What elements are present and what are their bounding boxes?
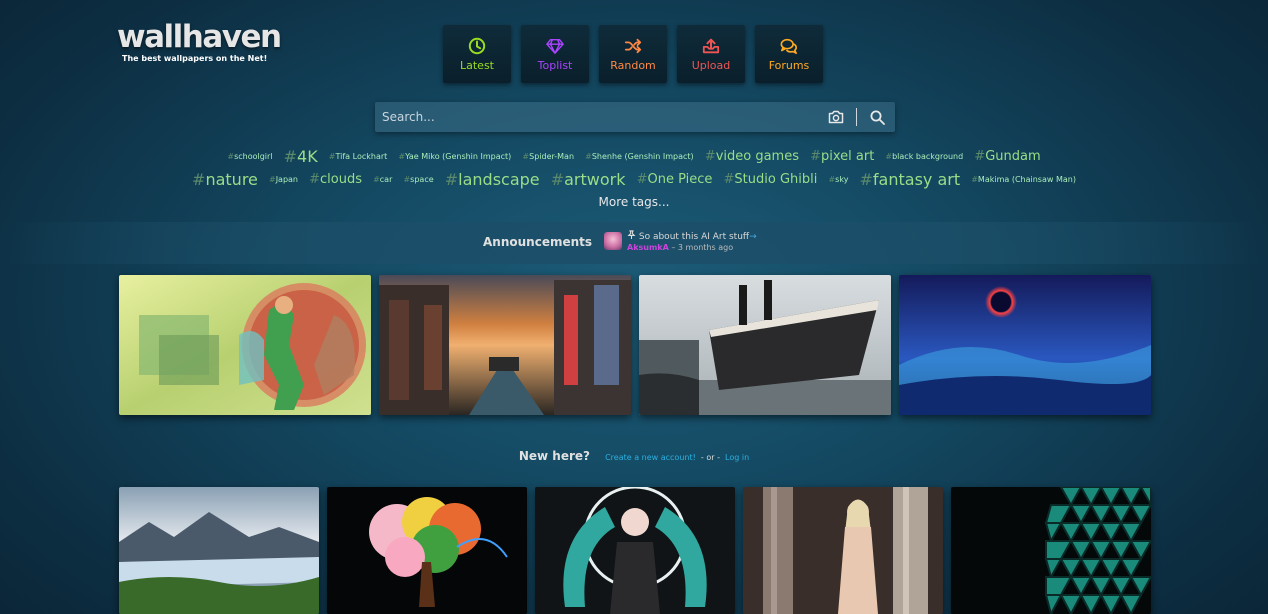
- wallpaper-image: [743, 487, 943, 614]
- tag-link[interactable]: #One Piece: [637, 172, 713, 187]
- nav-latest-button[interactable]: Latest: [443, 25, 511, 83]
- tag-link[interactable]: #nature: [192, 170, 258, 189]
- announcements-bar: Announcements So about this AI Art stuff…: [0, 222, 1268, 264]
- wallpaper-thumb[interactable]: [951, 487, 1151, 614]
- nav-upload-button[interactable]: Upload: [677, 25, 745, 83]
- search-input[interactable]: [375, 102, 822, 132]
- magnifier-icon[interactable]: [863, 110, 891, 125]
- nav-latest-label: Latest: [460, 58, 494, 72]
- tag-link[interactable]: #Gundam: [974, 149, 1040, 164]
- avatar[interactable]: [604, 232, 622, 250]
- tag-link[interactable]: #Spider-Man: [522, 152, 574, 161]
- tag-link[interactable]: #Yae Miko (Genshin Impact): [398, 152, 511, 161]
- nav-forums-button[interactable]: Forums: [755, 25, 823, 83]
- tag-link[interactable]: #landscape: [445, 170, 540, 189]
- signup-prompt: New here? Create a new account! - or - L…: [0, 445, 1268, 464]
- tag-link[interactable]: #pixel art: [810, 149, 874, 164]
- wallpaper-image: [639, 275, 891, 415]
- wallpaper-thumb[interactable]: [327, 487, 527, 614]
- tag-link[interactable]: #fantasy art: [860, 170, 961, 189]
- search-divider: [856, 108, 857, 126]
- logo-tagline: The best wallpapers on the Net!: [122, 54, 268, 63]
- shuffle-icon: [624, 38, 642, 53]
- diamond-icon: [546, 38, 564, 54]
- announcement-author[interactable]: AksumkA: [627, 243, 669, 252]
- featured-wallpaper-thumb[interactable]: [639, 275, 891, 415]
- nav-upload-label: Upload: [691, 58, 731, 72]
- new-here-heading: New here?: [518, 449, 590, 463]
- announcement-post-title: So about this AI Art stuff: [638, 232, 750, 242]
- camera-icon[interactable]: [822, 110, 850, 124]
- tag-link[interactable]: #space: [403, 175, 433, 184]
- tag-link[interactable]: #sky: [828, 175, 848, 184]
- logo-wordmark: wallhaven: [117, 19, 282, 55]
- wallpaper-image: [379, 275, 631, 415]
- wallpaper-thumb[interactable]: [119, 487, 319, 614]
- wallpaper-image: [899, 275, 1151, 415]
- announcements-title: Announcements: [483, 235, 593, 249]
- featured-wallpaper-thumb[interactable]: [379, 275, 631, 415]
- tag-link[interactable]: #artwork: [551, 170, 626, 189]
- nav-random-label: Random: [610, 58, 656, 72]
- nav-toplist-label: Toplist: [537, 58, 573, 72]
- featured-wallpaper-thumb[interactable]: [119, 275, 371, 415]
- wallpaper-image: [327, 487, 527, 614]
- login-link[interactable]: Log in: [725, 453, 749, 462]
- tag-link[interactable]: #video games: [705, 149, 799, 164]
- announcement-post-link[interactable]: So about this AI Art stuff→: [627, 230, 757, 242]
- tag-link[interactable]: #black background: [885, 152, 963, 161]
- wallpaper-thumb[interactable]: [743, 487, 943, 614]
- wallpaper-thumb[interactable]: [535, 487, 735, 614]
- nav-forums-label: Forums: [768, 58, 810, 72]
- create-account-link[interactable]: Create a new account!: [605, 453, 696, 462]
- announcement-meta: AksumkA – 3 months ago: [627, 243, 733, 252]
- tag-link[interactable]: #Studio Ghibli: [724, 172, 818, 187]
- featured-wallpaper-thumb[interactable]: [899, 275, 1151, 415]
- clock-icon: [468, 37, 486, 54]
- upload-icon: [702, 38, 720, 53]
- or-separator: - or -: [700, 453, 720, 462]
- tag-link[interactable]: #car: [373, 175, 392, 184]
- nav-random-button[interactable]: Random: [599, 25, 667, 83]
- wallpaper-image: [951, 487, 1151, 614]
- tag-link[interactable]: #Shenhe (Genshin Impact): [585, 152, 694, 161]
- popular-tags-row-1: #schoolgirl #4K #Tifa Lockhart #Yae Miko…: [0, 146, 1268, 166]
- nav-toplist-button[interactable]: Toplist: [521, 25, 589, 83]
- tag-link[interactable]: #Tifa Lockhart: [329, 152, 387, 161]
- chat-icon: [780, 38, 798, 54]
- tag-link[interactable]: #clouds: [309, 172, 362, 187]
- wallpaper-image: [119, 487, 319, 614]
- more-tags-link[interactable]: More tags...: [0, 195, 1268, 209]
- main-nav: Latest Toplist Random Upload Forums: [443, 25, 833, 83]
- arrow-right-icon: →: [749, 232, 757, 242]
- popular-tags-row-2: #nature #Japan #clouds #car #space #land…: [0, 169, 1268, 189]
- wallpaper-image: [119, 275, 371, 415]
- tag-link[interactable]: #schoolgirl: [227, 152, 272, 161]
- wallpaper-image: [535, 487, 735, 614]
- site-logo[interactable]: wallhaven The best wallpapers on the Net…: [117, 18, 282, 63]
- tag-link[interactable]: #4K: [284, 147, 318, 166]
- pin-icon: [627, 230, 639, 242]
- tag-link[interactable]: #Japan: [269, 175, 298, 184]
- announcement-time: – 3 months ago: [671, 243, 734, 252]
- search-bar: [375, 102, 895, 132]
- tag-link[interactable]: #Makima (Chainsaw Man): [971, 175, 1076, 184]
